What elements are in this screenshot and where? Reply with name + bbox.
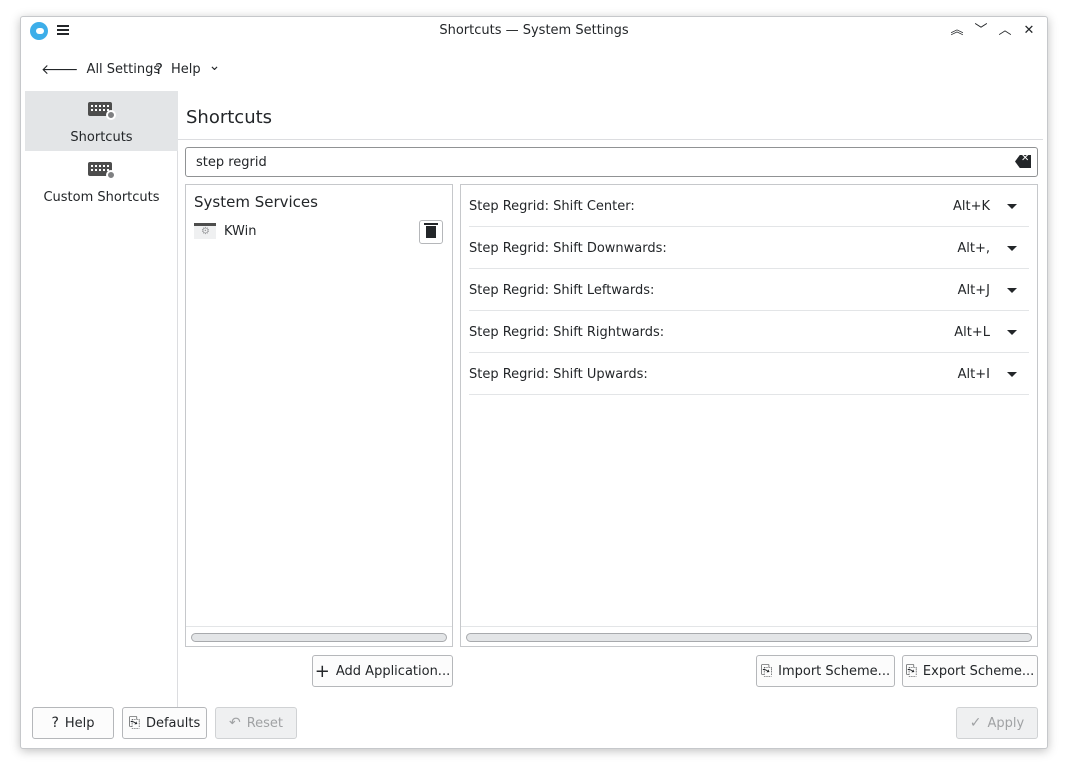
components-list-panel: System Services KWin [185, 184, 453, 647]
import-icon: ⎘ [760, 663, 773, 679]
shortcut-row: Step Regrid: Shift Leftwards: Alt+J [469, 269, 1029, 311]
scroll-divider [186, 626, 452, 627]
add-application-button[interactable]: + Add Application... [312, 655, 453, 687]
shortcut-label: Step Regrid: Shift Leftwards: [469, 283, 655, 298]
button-label: Defaults [145, 715, 201, 731]
section-heading: System Services [194, 193, 318, 211]
dropdown-arrow-icon[interactable] [1007, 372, 1017, 377]
scroll-divider [461, 626, 1037, 627]
dropdown-arrow-icon[interactable] [1007, 288, 1017, 293]
search-input[interactable] [186, 148, 1006, 176]
maximize-button[interactable]: ︿ [996, 22, 1014, 40]
back-arrow-icon: 🡐 [41, 61, 79, 78]
checkmark-icon: ✓ [969, 715, 982, 731]
shortcut-label: Step Regrid: Shift Rightwards: [469, 325, 665, 340]
help-menu-label: Help [170, 61, 201, 77]
title-bar: Shortcuts — System Settings ︽ ﹀ ︿ ✕ [21, 17, 1047, 45]
sidebar-item-label: Shortcuts [70, 130, 133, 145]
button-label: Reset [246, 715, 284, 731]
all-settings-button[interactable]: 🡐 All Settings [41, 53, 160, 85]
minimize-button[interactable]: ﹀ [972, 22, 990, 40]
clear-search-icon[interactable] [1015, 155, 1031, 168]
help-menu-button[interactable]: ? Help ⌄ [155, 53, 220, 85]
shortcut-row: Step Regrid: Shift Upwards: Alt+I [469, 353, 1029, 395]
sidebar-item-label: Custom Shortcuts [43, 190, 160, 205]
dropdown-arrow-icon[interactable] [1007, 246, 1017, 251]
button-label: Import Scheme... [778, 663, 891, 679]
help-icon: ? [155, 60, 163, 78]
export-icon: ⎘ [905, 663, 917, 679]
delete-button[interactable] [419, 220, 443, 244]
shortcut-row: Step Regrid: Shift Rightwards: Alt+L [469, 311, 1029, 353]
defaults-icon: ⎘ [128, 715, 140, 731]
button-label: Help [64, 715, 95, 731]
dropdown-arrow-icon[interactable] [1007, 204, 1017, 209]
sidebar-item-custom-shortcuts[interactable]: Custom Shortcuts [25, 151, 178, 211]
keep-above-button[interactable]: ︽ [948, 22, 966, 40]
shortcut-row: Step Regrid: Shift Center: Alt+K [469, 185, 1029, 227]
shortcuts-list-panel: Step Regrid: Shift Center: Alt+K Step Re… [460, 184, 1038, 647]
system-settings-window: Shortcuts — System Settings ︽ ﹀ ︿ ✕ 🡐 Al… [20, 16, 1048, 749]
page-title: Shortcuts [186, 107, 273, 128]
horizontal-scrollbar[interactable] [466, 633, 1032, 642]
shortcut-keys[interactable]: Alt+, [957, 241, 990, 256]
keyboard-settings-icon [87, 102, 116, 120]
shortcut-row: Step Regrid: Shift Downwards: Alt+, [469, 227, 1029, 269]
button-label: Export Scheme... [922, 663, 1035, 679]
keyboard-settings-icon [87, 162, 116, 180]
plus-icon: + [314, 660, 330, 682]
sidebar: Shortcuts Custom Shortcuts [25, 91, 178, 707]
search-box [185, 147, 1038, 177]
export-scheme-button[interactable]: ⎘ Export Scheme... [902, 655, 1038, 687]
shortcut-keys[interactable]: Alt+K [953, 199, 990, 214]
close-button[interactable]: ✕ [1020, 22, 1038, 40]
shortcut-label: Step Regrid: Shift Downwards: [469, 241, 667, 256]
all-settings-label: All Settings [86, 61, 161, 77]
undo-icon: ↶ [228, 715, 241, 731]
import-scheme-button[interactable]: ⎘ Import Scheme... [756, 655, 895, 687]
defaults-button[interactable]: ⎘ Defaults [122, 707, 207, 739]
toolbar: 🡐 All Settings ? Help ⌄ [21, 53, 1047, 85]
shortcut-keys[interactable]: Alt+J [958, 283, 990, 298]
list-item-label: KWin [224, 224, 257, 239]
shortcut-keys[interactable]: Alt+L [954, 325, 990, 340]
shortcut-label: Step Regrid: Shift Upwards: [469, 367, 648, 382]
title-divider [178, 139, 1043, 140]
button-label: Apply [987, 715, 1025, 731]
shortcut-keys[interactable]: Alt+I [958, 367, 990, 382]
window-title: Shortcuts — System Settings [439, 23, 629, 38]
kwin-window-icon [194, 223, 216, 239]
dropdown-arrow-icon[interactable] [1007, 330, 1017, 335]
help-icon: ? [51, 715, 59, 731]
reset-button[interactable]: ↶ Reset [215, 707, 297, 739]
chevron-down-icon: ⌄ [208, 58, 221, 74]
sidebar-item-shortcuts[interactable]: Shortcuts [25, 91, 178, 151]
trash-icon [424, 223, 438, 238]
list-item-kwin[interactable]: KWin [186, 219, 452, 247]
shortcut-label: Step Regrid: Shift Center: [469, 199, 635, 214]
horizontal-scrollbar[interactable] [191, 633, 447, 642]
help-button[interactable]: ? Help [32, 707, 114, 739]
apply-button[interactable]: ✓ Apply [956, 707, 1038, 739]
button-label: Add Application... [335, 663, 451, 679]
